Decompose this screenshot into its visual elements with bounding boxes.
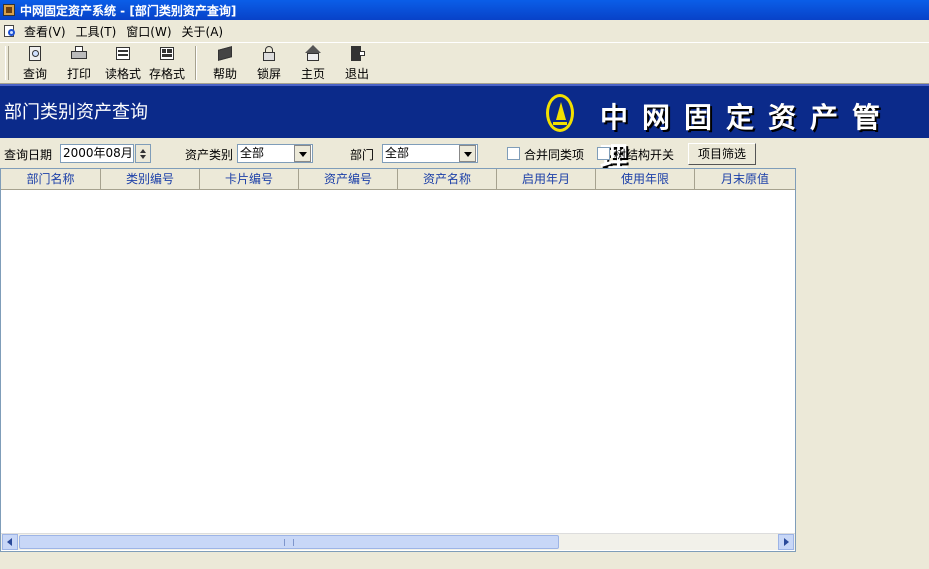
page-banner: 部门类别资产查询 中网固定资产管理 — [0, 84, 929, 174]
house-icon — [304, 44, 322, 63]
arrow-right-icon — [784, 538, 789, 546]
horizontal-scrollbar[interactable] — [1, 533, 795, 550]
category-dropdown-button[interactable] — [294, 145, 311, 162]
scroll-right-button[interactable] — [778, 534, 794, 550]
menu-about[interactable]: 关于(A) — [179, 23, 231, 40]
magnifier-icon — [26, 45, 44, 63]
exit-button[interactable]: 退出 — [335, 43, 379, 83]
help-label: 帮助 — [212, 66, 237, 81]
date-label: 查询日期 — [4, 148, 53, 162]
query-button[interactable]: 查询 — [13, 43, 57, 83]
column-header-asset-code[interactable]: 资产编号 — [299, 169, 398, 190]
column-header-asset-name[interactable]: 资产名称 — [398, 169, 497, 190]
scroll-left-button[interactable] — [2, 534, 18, 550]
lock-label: 锁屏 — [256, 66, 281, 81]
page-title: 部门类别资产查询 — [4, 102, 148, 123]
column-header-card-code[interactable]: 卡片编号 — [200, 169, 299, 190]
read-format-label: 读格式 — [104, 66, 141, 81]
book-icon — [216, 45, 234, 63]
column-header-month-end-value[interactable]: 月末原值 — [695, 169, 795, 190]
date-spinner[interactable] — [135, 144, 151, 163]
help-button[interactable]: 帮助 — [203, 43, 247, 83]
company-logo-icon — [546, 94, 574, 132]
column-header-category-code[interactable]: 类别编号 — [101, 169, 200, 190]
menu-window[interactable]: 窗口(W) — [123, 23, 178, 40]
toolbar-grip[interactable] — [5, 46, 9, 80]
merge-checkbox[interactable] — [507, 147, 520, 160]
menu-tools[interactable]: 工具(T) — [73, 23, 124, 40]
arrow-left-icon — [7, 538, 12, 546]
dept-label: 部门 — [350, 148, 375, 162]
tree-toggle-label: 树结构开关 — [614, 148, 675, 162]
title-bar: 中网固定资产系统 - [部门类别资产查询] — [0, 0, 929, 20]
printer-icon — [70, 45, 88, 63]
chevron-down-icon — [464, 152, 472, 157]
menu-bar: 查看(V) 工具(T) 窗口(W) 关于(A) — [0, 20, 929, 42]
column-header-start-month[interactable]: 启用年月 — [497, 169, 596, 190]
tree-toggle-checkbox[interactable] — [597, 147, 610, 160]
print-button[interactable]: 打印 — [57, 43, 101, 83]
home-button[interactable]: 主页 — [291, 43, 335, 83]
asset-table: 部门名称 类别编号 卡片编号 资产编号 资产名称 启用年月 使用年限 月末原值 — [0, 168, 796, 552]
app-icon[interactable] — [2, 3, 16, 17]
spin-up-icon[interactable] — [140, 149, 146, 153]
print-label: 打印 — [66, 66, 91, 81]
read-format-icon — [114, 45, 132, 63]
read-format-button[interactable]: 读格式 — [101, 43, 145, 83]
table-header: 部门名称 类别编号 卡片编号 资产编号 资产名称 启用年月 使用年限 月末原值 — [1, 169, 795, 190]
merge-label: 合并同类项 — [524, 148, 585, 162]
save-format-label: 存格式 — [148, 66, 185, 81]
column-header-dept-name[interactable]: 部门名称 — [1, 169, 101, 190]
lock-button[interactable]: 锁屏 — [247, 43, 291, 83]
item-filter-button[interactable]: 项目筛选 — [688, 143, 756, 165]
date-field[interactable]: 2000年08月 — [60, 144, 134, 163]
filter-bar: 查询日期 2000年08月 资产类别 全部 部门 全部 合并同类项 树结构开关 … — [0, 142, 929, 166]
scroll-thumb[interactable] — [19, 535, 559, 549]
category-label: 资产类别 — [185, 148, 234, 162]
window-title: 中网固定资产系统 - [部门类别资产查询] — [20, 3, 237, 18]
dept-dropdown-button[interactable] — [459, 145, 476, 162]
query-label: 查询 — [22, 66, 47, 81]
toolbar: 查询 打印 读格式 存格式 帮助 锁屏 主页 退出 — [0, 42, 929, 84]
spin-down-icon[interactable] — [140, 155, 146, 159]
home-label: 主页 — [300, 66, 325, 81]
column-header-service-life[interactable]: 使用年限 — [596, 169, 695, 190]
exit-label: 退出 — [344, 66, 369, 81]
chevron-down-icon — [299, 152, 307, 157]
lock-icon — [260, 45, 278, 63]
menu-view[interactable]: 查看(V) — [21, 23, 73, 40]
toolbar-separator — [195, 46, 197, 80]
save-format-button[interactable]: 存格式 — [145, 43, 189, 83]
exit-door-icon — [348, 45, 366, 63]
document-icon[interactable] — [3, 24, 17, 38]
save-format-icon — [158, 45, 176, 63]
